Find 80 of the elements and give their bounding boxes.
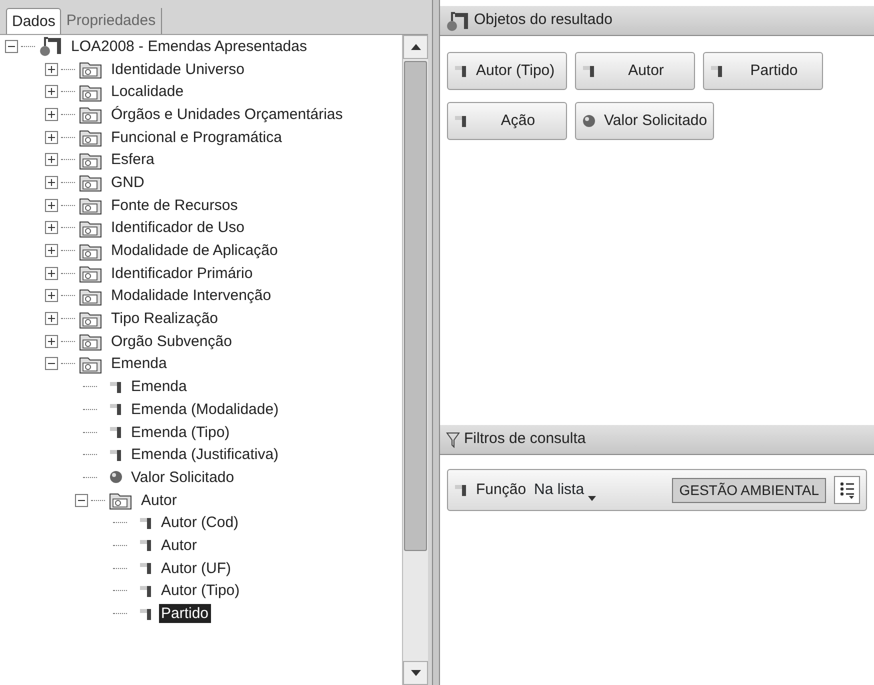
list-values-button[interactable] [834, 476, 860, 504]
tree-item[interactable]: Valor Solicitado [129, 468, 236, 487]
collapse-icon[interactable] [5, 40, 18, 53]
tree-item[interactable]: Identificador Primário [109, 264, 255, 283]
expand-icon[interactable] [45, 153, 58, 166]
dimension-icon [139, 561, 153, 576]
expand-icon[interactable] [45, 85, 58, 98]
result-object-button[interactable]: Autor [575, 52, 695, 90]
dimension-icon [109, 380, 123, 394]
sphere-icon [582, 114, 596, 128]
filter-value-field[interactable]: GESTÃO AMBIENTAL [672, 478, 826, 502]
dimension-icon [454, 483, 468, 497]
tree-item[interactable]: Autor (Tipo) [159, 581, 242, 600]
sphere-icon [109, 470, 123, 484]
dimension-icon [139, 538, 153, 552]
dimension-icon [139, 516, 153, 530]
result-object-button[interactable]: Ação [447, 102, 567, 140]
operator-dropdown[interactable]: Na lista [534, 478, 596, 502]
tree-item[interactable]: Autor [159, 536, 199, 555]
tree-item[interactable]: Modalidade de Aplicação [109, 241, 280, 260]
tree-item[interactable]: Autor (Cod) [159, 513, 241, 532]
dimension-icon [109, 402, 123, 416]
dimension-icon [109, 448, 123, 462]
tree-item[interactable]: Identificador de Uso [109, 218, 246, 238]
dimension-icon [139, 584, 153, 598]
tree-item[interactable]: Fonte de Recursos [109, 196, 240, 215]
tree-item[interactable]: Emenda [129, 377, 189, 396]
scroll-up-button[interactable] [403, 35, 428, 59]
universe-icon [446, 10, 470, 32]
panel-title: Objetos do resultado [474, 10, 612, 30]
filter-field: Função [476, 478, 526, 502]
result-object-button[interactable]: Partido [703, 52, 823, 90]
expand-icon[interactable] [45, 198, 58, 212]
result-object-button[interactable]: Valor Solicitado [575, 102, 714, 140]
up-arrow-icon [410, 44, 420, 50]
expand-icon[interactable] [45, 176, 58, 189]
universe-icon [39, 35, 63, 58]
caret-icon [588, 496, 596, 502]
tree-item[interactable]: Esfera [109, 150, 156, 170]
tree-item[interactable]: Emenda (Modalidade) [129, 400, 281, 419]
down-arrow-icon [410, 670, 420, 676]
tree-item[interactable]: Modalidade Intervenção [109, 286, 274, 306]
expand-icon[interactable] [45, 312, 58, 326]
dimension-icon [454, 114, 468, 128]
expand-icon[interactable] [45, 244, 58, 258]
result-object-button[interactable]: Autor (Tipo) [447, 52, 567, 90]
tree-item[interactable]: Orgão Subvenção [109, 332, 234, 351]
tree-item[interactable]: GND [109, 172, 146, 192]
tab[interactable]: Dados [6, 8, 62, 34]
tree-item[interactable]: Órgãos e Unidades Orçamentárias [109, 104, 345, 124]
dimension-icon [454, 64, 468, 78]
filter-icon [446, 432, 460, 448]
expand-icon[interactable] [45, 62, 58, 76]
expand-icon[interactable] [45, 334, 58, 348]
expand-icon[interactable] [45, 266, 58, 280]
expand-icon[interactable] [45, 289, 58, 302]
tree-item[interactable]: Tipo Realização [109, 309, 220, 328]
dimension-icon [582, 64, 596, 78]
tree-item[interactable]: Autor [139, 490, 179, 510]
panel-title: Filtros de consulta [464, 429, 586, 450]
tree-item[interactable]: Localidade [109, 82, 186, 102]
dimension-icon [109, 425, 123, 440]
tree-item[interactable]: LOA2008 - Emendas Apresentadas [69, 36, 309, 56]
list-icon [839, 481, 855, 499]
expand-icon[interactable] [45, 108, 58, 121]
tree-item[interactable]: Emenda [109, 354, 169, 374]
tree-item[interactable]: Autor (UF) [159, 558, 234, 578]
tree-item[interactable]: Emenda (Justificativa) [129, 445, 281, 464]
tree-item[interactable]: Identidade Universo [109, 60, 246, 79]
expand-icon[interactable] [45, 130, 58, 144]
collapse-icon[interactable] [45, 357, 58, 370]
scroll-down-button[interactable] [403, 661, 428, 685]
tree-item[interactable]: Emenda (Tipo) [129, 422, 232, 442]
tree-item[interactable]: Funcional e Programática [109, 128, 284, 147]
scrollbar-thumb[interactable] [404, 61, 427, 551]
dimension-icon [139, 606, 153, 621]
dimension-icon [710, 64, 724, 78]
expand-icon[interactable] [45, 221, 58, 234]
tree-item[interactable]: Partido [159, 604, 211, 624]
collapse-icon[interactable] [75, 494, 88, 507]
